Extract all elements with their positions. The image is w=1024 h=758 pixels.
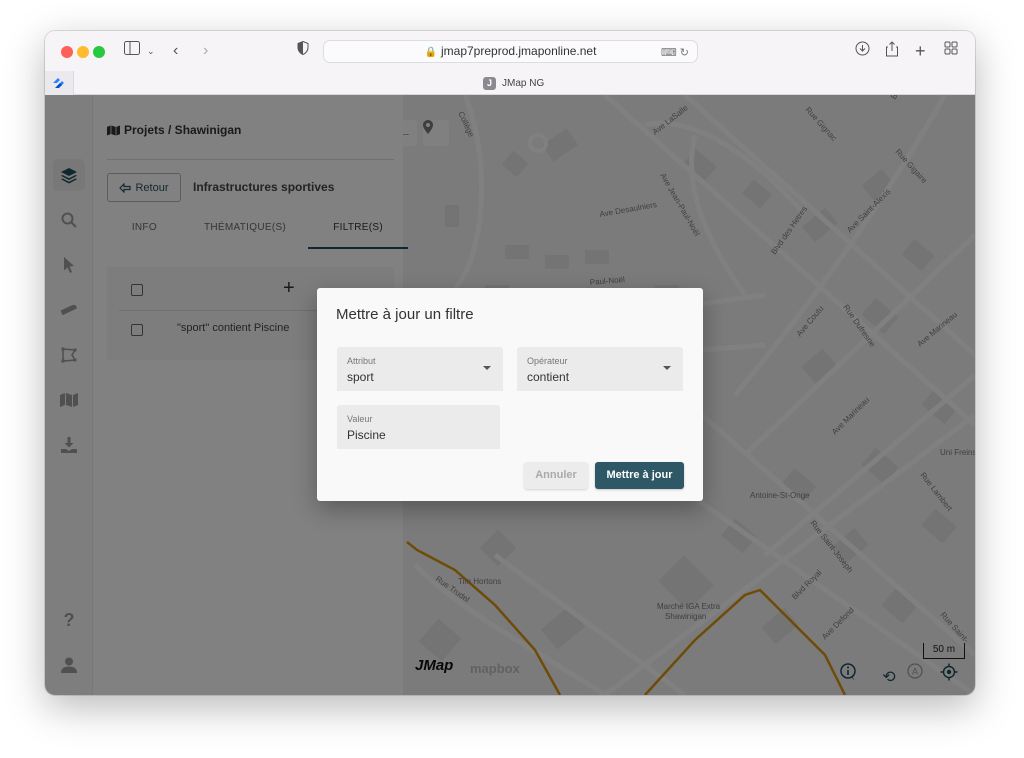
browser-toolbar: ⌄ ‹ › 🔒 jmap7preprod.jmaponline.net ⌨ ↻ + <box>45 31 975 71</box>
value-text: Piscine <box>347 428 386 442</box>
maximize-window-button[interactable] <box>93 46 105 58</box>
operator-value: contient <box>527 370 570 384</box>
url-bar[interactable]: 🔒 jmap7preprod.jmaponline.net ⌨ ↻ <box>323 40 698 63</box>
value-input[interactable]: Valeur Piscine <box>337 405 500 449</box>
close-window-button[interactable] <box>61 46 73 58</box>
tab-jmap-ng[interactable]: J JMap NG <box>483 75 544 91</box>
download-icon[interactable] <box>855 41 870 61</box>
reload-icon[interactable]: ↻ <box>680 47 689 59</box>
update-filter-dialog: Mettre à jour un filtre Attribut sport O… <box>317 288 703 501</box>
forward-nav-icon[interactable]: › <box>203 41 208 61</box>
cancel-button[interactable]: Annuler <box>524 462 588 489</box>
back-nav-icon[interactable]: ‹ <box>173 41 178 61</box>
dropdown-arrow-icon <box>663 366 671 370</box>
translate-icon[interactable]: ⌨ <box>661 47 677 59</box>
tab-title: JMap NG <box>502 77 545 89</box>
dialog-title: Mettre à jour un filtre <box>336 306 474 323</box>
value-label: Valeur <box>347 414 373 424</box>
operator-label: Opérateur <box>527 356 568 366</box>
lock-icon: 🔒 <box>424 47 437 58</box>
attribute-value: sport <box>347 370 374 384</box>
browser-window: ⌄ ‹ › 🔒 jmap7preprod.jmaponline.net ⌨ ↻ +… <box>45 31 975 695</box>
share-icon[interactable] <box>885 41 899 61</box>
chevron-down-icon[interactable]: ⌄ <box>147 41 155 61</box>
update-button[interactable]: Mettre à jour <box>595 462 684 489</box>
sidebar-toggle-icon[interactable] <box>123 41 141 61</box>
new-tab-icon[interactable]: + <box>915 41 926 61</box>
operator-select[interactable]: Opérateur contient <box>517 347 683 391</box>
minimize-window-button[interactable] <box>77 46 89 58</box>
dropdown-arrow-icon <box>483 366 491 370</box>
app-content: Collège Ave LaSalle Rue Gignac Blvd des … <box>45 95 975 695</box>
tab-bar: J JMap NG <box>45 71 975 95</box>
tab-overview-icon[interactable] <box>944 41 958 61</box>
tab-favicon: J <box>483 76 496 90</box>
url-text: jmap7preprod.jmaponline.net <box>441 44 597 58</box>
jira-logo-icon <box>53 78 64 88</box>
attribute-label: Attribut <box>347 356 376 366</box>
attribute-select[interactable]: Attribut sport <box>337 347 503 391</box>
pinned-tab[interactable] <box>45 71 74 95</box>
privacy-shield-icon[interactable] <box>297 40 309 61</box>
